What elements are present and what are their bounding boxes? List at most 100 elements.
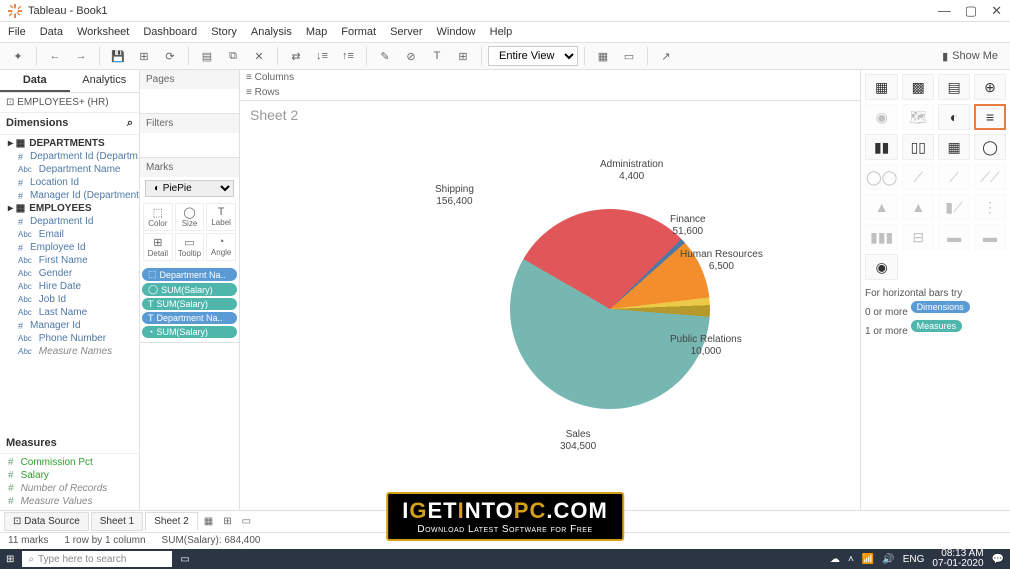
- viz-pie[interactable]: ◐: [938, 104, 970, 130]
- pill-department-name-2[interactable]: TDepartment Na..: [142, 312, 237, 324]
- menu-server[interactable]: Server: [390, 26, 422, 38]
- marks-label[interactable]: TLabel: [206, 203, 236, 231]
- duplicate-button[interactable]: ⧉: [221, 45, 245, 67]
- marks-tooltip[interactable]: ▭Tooltip: [175, 233, 205, 261]
- field-salary[interactable]: Salary: [0, 469, 139, 482]
- datasource-name[interactable]: ⊡ EMPLOYEES+ (HR): [0, 93, 139, 113]
- viz-lines-discrete[interactable]: ⟋: [938, 164, 970, 190]
- group-employees[interactable]: ▸ ▦ EMPLOYEES: [0, 202, 139, 215]
- tab-sheet-1[interactable]: Sheet 1: [91, 512, 143, 531]
- field-email[interactable]: Email: [0, 228, 139, 241]
- viz-treemap[interactable]: ▦: [938, 134, 970, 160]
- field-hire-date[interactable]: Hire Date: [0, 280, 139, 293]
- viz-dual-combination[interactable]: ▮⟋: [938, 194, 970, 220]
- highlight-button[interactable]: ✎: [373, 45, 397, 67]
- viz-filled-map[interactable]: ◉: [865, 104, 898, 130]
- field-last-name[interactable]: Last Name: [0, 306, 139, 319]
- marks-detail[interactable]: ⊞Detail: [143, 233, 173, 261]
- refresh-button[interactable]: ⟳: [158, 45, 182, 67]
- viz-heat-map[interactable]: ▩: [902, 74, 934, 100]
- viz-bullet[interactable]: ▬: [974, 224, 1006, 250]
- viz-gantt[interactable]: ▬: [938, 224, 970, 250]
- tray-wifi-icon[interactable]: 📶: [862, 554, 874, 565]
- new-story-tab[interactable]: ▭: [238, 514, 255, 529]
- field-job-id[interactable]: Job Id: [0, 293, 139, 306]
- sort-asc-button[interactable]: ↓≡: [310, 45, 334, 67]
- save-button[interactable]: 💾: [106, 45, 130, 67]
- menu-file[interactable]: File: [8, 26, 26, 38]
- fit-selector[interactable]: Entire View: [488, 46, 578, 66]
- marks-color[interactable]: ⬚Color: [143, 203, 173, 231]
- labels-button[interactable]: T: [425, 45, 449, 67]
- menu-format[interactable]: Format: [341, 26, 376, 38]
- marks-angle[interactable]: ◔Angle: [206, 233, 236, 261]
- field-manager-id-dept[interactable]: Manager Id (Departments): [0, 189, 139, 202]
- viz-area[interactable]: ▲: [865, 194, 898, 220]
- tab-datasource[interactable]: ⊡ Data Source: [4, 512, 89, 531]
- viz-highlight-table[interactable]: ▤: [938, 74, 970, 100]
- filters-shelf[interactable]: Filters: [140, 114, 239, 158]
- tab-data[interactable]: Data: [0, 70, 70, 92]
- viz-text-table[interactable]: ▦: [865, 74, 898, 100]
- search-icon[interactable]: ⌕: [127, 117, 133, 130]
- pill-sum-salary-3[interactable]: ◔SUM(Salary): [142, 326, 237, 338]
- tray-volume-icon[interactable]: 🔊: [882, 554, 894, 565]
- viz-stacked-bar[interactable]: ▮▮: [865, 134, 898, 160]
- field-location-id[interactable]: Location Id: [0, 176, 139, 189]
- close-button[interactable]: ✕: [991, 3, 1002, 19]
- viz-side-by-side-bar[interactable]: ▯▯: [902, 134, 934, 160]
- taskbar-search[interactable]: ⌕Type here to search: [22, 551, 172, 567]
- mark-type-selector[interactable]: ◐ PiePie: [145, 180, 234, 197]
- field-number-of-records[interactable]: Number of Records: [0, 482, 139, 495]
- group-button[interactable]: ⊘: [399, 45, 423, 67]
- menu-window[interactable]: Window: [437, 26, 476, 38]
- marks-size[interactable]: ◯Size: [175, 203, 205, 231]
- pages-shelf[interactable]: Pages: [140, 70, 239, 114]
- menu-data[interactable]: Data: [40, 26, 63, 38]
- pill-sum-salary-1[interactable]: ◯SUM(Salary): [142, 283, 237, 296]
- tray-date[interactable]: 07-01-2020: [932, 558, 983, 569]
- tableau-icon[interactable]: ✦: [6, 45, 30, 67]
- rows-shelf[interactable]: ≡ Rows: [240, 85, 860, 100]
- viz-histogram[interactable]: ▮▮▮: [865, 224, 898, 250]
- fix-axes-button[interactable]: ⊞: [451, 45, 475, 67]
- pill-department-name-1[interactable]: ⬚Department Na..: [142, 268, 237, 281]
- presentation-button[interactable]: ▭: [617, 45, 641, 67]
- viz-map[interactable]: 🗺: [902, 104, 934, 130]
- sheet-title[interactable]: Sheet 2: [240, 101, 860, 129]
- tray-notifications-icon[interactable]: 💬: [992, 554, 1004, 565]
- viz-dual-lines[interactable]: ⟋⟋: [974, 164, 1006, 190]
- field-gender[interactable]: Gender: [0, 267, 139, 280]
- tray-onedrive-icon[interactable]: ☁: [830, 554, 840, 565]
- group-departments[interactable]: ▸ ▦ DEPARTMENTS: [0, 137, 139, 150]
- menu-worksheet[interactable]: Worksheet: [77, 26, 129, 38]
- menu-map[interactable]: Map: [306, 26, 327, 38]
- viz-scatter[interactable]: ⋮: [974, 194, 1006, 220]
- maximize-button[interactable]: ▢: [965, 3, 977, 19]
- pill-sum-salary-2[interactable]: TSUM(Salary): [142, 298, 237, 310]
- viz-box-plot[interactable]: ⊟: [902, 224, 934, 250]
- viz-circle-views[interactable]: ◯: [974, 134, 1006, 160]
- swap-button[interactable]: ⇄: [284, 45, 308, 67]
- tab-sheet-2[interactable]: Sheet 2: [145, 512, 197, 531]
- new-worksheet-tab[interactable]: ▦: [200, 514, 217, 529]
- new-datasource-button[interactable]: ⊞: [132, 45, 156, 67]
- viz-area-discrete[interactable]: ▲: [902, 194, 934, 220]
- field-measure-names[interactable]: Measure Names: [0, 345, 139, 358]
- viz-lines[interactable]: ⟋: [902, 164, 934, 190]
- columns-shelf[interactable]: ≡ Columns: [240, 70, 860, 85]
- menu-help[interactable]: Help: [490, 26, 513, 38]
- task-view-button[interactable]: ▭: [180, 554, 189, 565]
- field-phone[interactable]: Phone Number: [0, 332, 139, 345]
- sort-desc-button[interactable]: ↑≡: [336, 45, 360, 67]
- viz-side-circles[interactable]: ◯◯: [865, 164, 898, 190]
- forward-button[interactable]: →: [69, 45, 93, 67]
- field-first-name[interactable]: First Name: [0, 254, 139, 267]
- tray-chevron-up-icon[interactable]: ˄: [848, 554, 854, 565]
- minimize-button[interactable]: —: [938, 3, 951, 19]
- show-me-button[interactable]: ▮ Show Me: [936, 50, 1004, 63]
- start-button[interactable]: ⊞: [6, 554, 14, 565]
- field-department-id-emp[interactable]: Department Id: [0, 215, 139, 228]
- pie-chart[interactable]: Shipping156,400Administration4,400Financ…: [240, 129, 860, 459]
- new-worksheet-button[interactable]: ▤: [195, 45, 219, 67]
